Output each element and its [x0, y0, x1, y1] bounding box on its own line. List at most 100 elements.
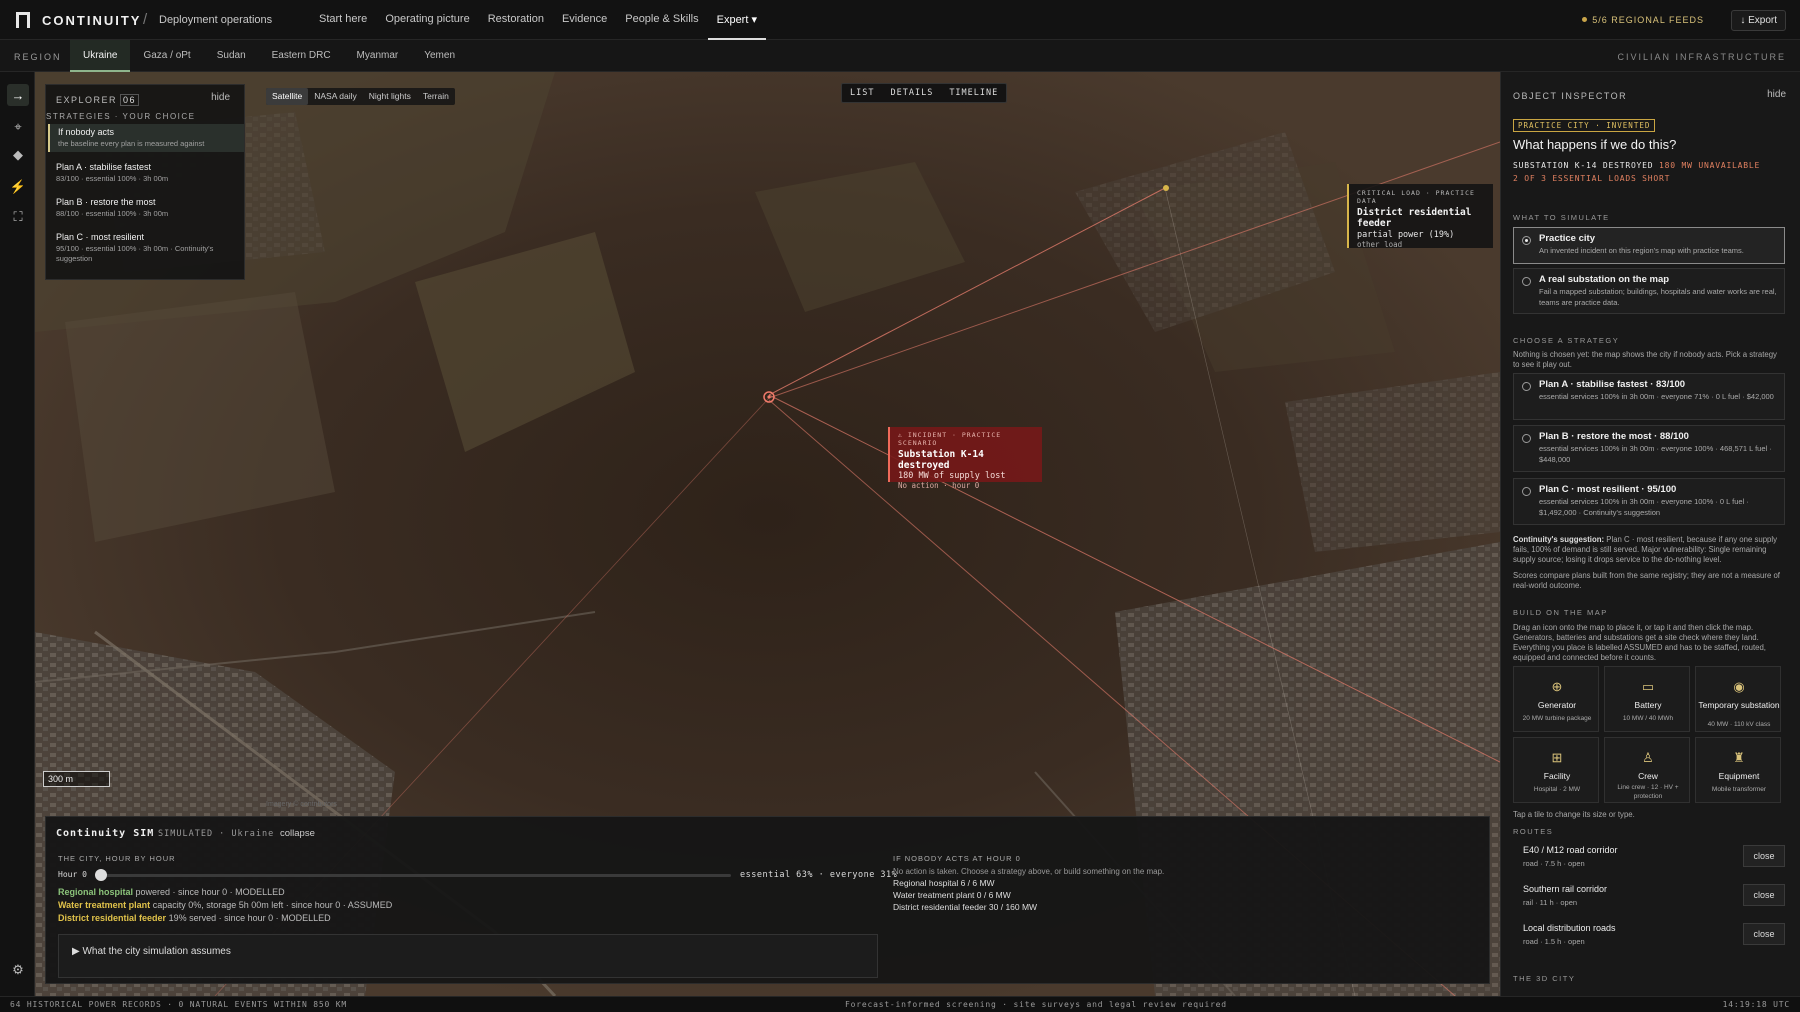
plan-desc: essential services 100% in 3h 00m · ever…	[1539, 392, 1774, 401]
left-tool-rail: → ⌖ ◆ ⚡ ⛶ ⚙	[0, 72, 35, 996]
tile-spec: Mobile transformer	[1711, 786, 1767, 793]
view-details-button[interactable]: DETAILS	[882, 84, 941, 104]
export-button[interactable]: ↓ Export	[1731, 10, 1786, 31]
route-close-button[interactable]: close	[1743, 923, 1785, 945]
route-close-button[interactable]: close	[1743, 845, 1785, 867]
plan-title: Plan C · most resilient · 95/100	[1539, 484, 1677, 495]
tile-generator[interactable]: ⊕ Generator 20 MW turbine package	[1513, 666, 1599, 732]
nav-operating-picture[interactable]: Operating picture	[376, 0, 478, 40]
nav-evidence[interactable]: Evidence	[553, 0, 616, 40]
route-close-button[interactable]: close	[1743, 884, 1785, 906]
tile-note: Tap a tile to change its size or type.	[1513, 810, 1635, 819]
suggestion-label: Continuity's suggestion:	[1513, 535, 1605, 544]
nav-people-skills[interactable]: People & Skills	[616, 0, 707, 40]
crosshair-icon[interactable]: ⌖	[7, 116, 29, 138]
region-tab-gaza[interactable]: Gaza / oPt	[130, 40, 203, 72]
sim-assumptions-disclosure[interactable]: ▶ What the city simulation assumes	[58, 934, 878, 978]
strategy-name: If nobody acts	[58, 127, 115, 137]
view-timeline-button[interactable]: TIMELINE	[941, 84, 1006, 104]
tile-temporary-substation[interactable]: ◉ Temporary substation 40 MW · 110 kV cl…	[1695, 666, 1781, 732]
facility-icon: ⊞	[1551, 750, 1563, 765]
simulate-option-real-substation[interactable]: A real substation on the map Fail a mapp…	[1513, 268, 1785, 314]
inspector-question: What happens if we do this?	[1513, 137, 1677, 152]
build-heading: BUILD ON THE MAP	[1513, 608, 1608, 617]
explorer-panel: EXPLORER 06 hide STRATEGIES · YOUR CHOICE…	[45, 84, 245, 280]
layer-tab-nasa-daily[interactable]: NASA daily	[308, 88, 363, 105]
plan-title: Plan A · stabilise fastest · 83/100	[1539, 379, 1686, 390]
tile-crew[interactable]: ♙ Crew Line crew · 12 · HV + protection	[1604, 737, 1690, 803]
load-district-feeder: District residential feeder 19% served ·…	[58, 913, 331, 923]
strategy-plan-c[interactable]: Plan C · most resilient 95/100 · essenti…	[48, 229, 244, 267]
load-detail: 19% served · since hour 0 · MODELLED	[168, 913, 331, 923]
region-bar: REGION Ukraine Gaza / oPt Sudan Eastern …	[0, 40, 1800, 72]
radio-icon	[1522, 434, 1531, 443]
sim-assumptions-label: ▶ What the city simulation assumes	[72, 946, 231, 957]
object-inspector: OBJECT INSPECTOR hide PRACTICE CITY · IN…	[1500, 72, 1800, 996]
plan-option-c[interactable]: Plan C · most resilient · 95/100 essenti…	[1513, 478, 1785, 525]
routes-heading: ROUTES	[1513, 827, 1554, 836]
simulate-option-practice-city[interactable]: Practice city An invented incident on th…	[1513, 227, 1785, 264]
arrow-right-icon[interactable]: →	[7, 84, 29, 106]
gear-icon[interactable]: ⚙	[7, 959, 29, 981]
hour-summary: essential 63% · everyone 31%	[740, 870, 898, 880]
view-list-button[interactable]: LIST	[842, 84, 882, 104]
load-name: District residential feeder	[58, 913, 167, 923]
tile-spec: Line crew · 12 · HV + protection	[1617, 784, 1679, 800]
main-nav: Start here Operating picture Restoration…	[310, 0, 766, 40]
region-tab-sudan[interactable]: Sudan	[204, 40, 259, 72]
sim-subtitle: SIMULATED · Ukraine	[158, 829, 275, 839]
tile-facility[interactable]: ⊞ Facility Hospital · 2 MW	[1513, 737, 1599, 803]
lightning-icon[interactable]: ⚡	[7, 176, 29, 198]
option-title: A real substation on the map	[1539, 274, 1670, 285]
strategy-nobody-acts[interactable]: If nobody acts the baseline every plan i…	[48, 124, 244, 152]
city-hour-heading: THE CITY, HOUR BY HOUR	[58, 854, 176, 863]
nav-expert-dropdown[interactable]: Expert ▾	[707, 0, 766, 40]
layer-tab-satellite[interactable]: Satellite	[266, 88, 309, 105]
explorer-hide-button[interactable]: hide	[211, 92, 230, 103]
region-tab-ukraine[interactable]: Ukraine	[70, 40, 131, 72]
hour-slider-handle[interactable]	[95, 869, 107, 881]
top-bar: CONTINUITY / Deployment operations Start…	[0, 0, 1800, 40]
simulate-heading: WHAT TO SIMULATE	[1513, 213, 1610, 222]
radio-selected-icon	[1522, 236, 1531, 245]
inspector-hide-button[interactable]: hide	[1767, 89, 1786, 100]
nobody-acts-line: Regional hospital 6 / 6 MW	[893, 878, 995, 888]
strategy-plan-b[interactable]: Plan B · restore the most 88/100 · essen…	[48, 194, 244, 222]
plan-desc: essential services 100% in 3h 00m · ever…	[1539, 497, 1749, 517]
strategy-meta: the baseline every plan is measured agai…	[58, 139, 205, 148]
plan-option-a[interactable]: Plan A · stabilise fastest · 83/100 esse…	[1513, 373, 1785, 420]
substation-icon: ◉	[1733, 679, 1745, 694]
hour-label: Hour 0	[58, 870, 87, 879]
layer-tab-terrain[interactable]: Terrain	[417, 88, 455, 105]
tile-name: Battery	[1634, 700, 1662, 710]
region-tab-myanmar[interactable]: Myanmar	[344, 40, 412, 72]
critical-load-callout[interactable]: CRITICAL LOAD · PRACTICE DATA District r…	[1347, 184, 1493, 249]
nav-start-here[interactable]: Start here	[310, 0, 376, 40]
incident-callout[interactable]: ⚠ INCIDENT · PRACTICE SCENARIO Substatio…	[888, 427, 1042, 490]
layer-tab-night-lights[interactable]: Night lights	[363, 88, 417, 105]
region-tab-yemen[interactable]: Yemen	[411, 40, 468, 72]
strategy-plan-a[interactable]: Plan A · stabilise fastest 83/100 · esse…	[48, 159, 244, 187]
hour-slider-track[interactable]	[101, 874, 731, 877]
tile-spec: 10 MW / 40 MWh	[1622, 715, 1674, 722]
tile-battery[interactable]: ▭ Battery 10 MW / 40 MWh	[1604, 666, 1690, 732]
expand-icon[interactable]: ⛶	[7, 206, 29, 228]
route-meta: road · 7.5 h · open	[1523, 859, 1585, 868]
nav-restoration[interactable]: Restoration	[479, 0, 553, 40]
sim-title: Continuity SIM	[56, 828, 155, 839]
region-tab-eastern-drc[interactable]: Eastern DRC	[259, 40, 344, 72]
tile-equipment[interactable]: ♜ Equipment Mobile transformer	[1695, 737, 1781, 803]
strategy-name: Plan C · most resilient	[56, 232, 145, 242]
critical-load-heading: CRITICAL LOAD · PRACTICE DATA	[1357, 189, 1475, 205]
nobody-acts-line: District residential feeder 30 / 160 MW	[893, 902, 1038, 912]
brand-section[interactable]: Deployment operations	[159, 14, 272, 26]
option-desc: Fail a mapped substation; buildings, hos…	[1539, 287, 1777, 307]
diamond-icon[interactable]: ◆	[7, 144, 29, 166]
view-toggle: LIST DETAILS TIMELINE	[841, 83, 1008, 104]
sim-collapse-button[interactable]: collapse	[280, 828, 315, 839]
plan-option-b[interactable]: Plan B · restore the most · 88/100 essen…	[1513, 425, 1785, 472]
strategy-name: Plan A · stabilise fastest	[56, 162, 152, 172]
plan-desc: essential services 100% in 3h 00m · ever…	[1539, 444, 1772, 464]
strategy-note: Nothing is chosen yet: the map shows the…	[1513, 350, 1777, 369]
regional-feeds-status[interactable]: 5/6 REGIONAL FEEDS	[1582, 15, 1704, 25]
